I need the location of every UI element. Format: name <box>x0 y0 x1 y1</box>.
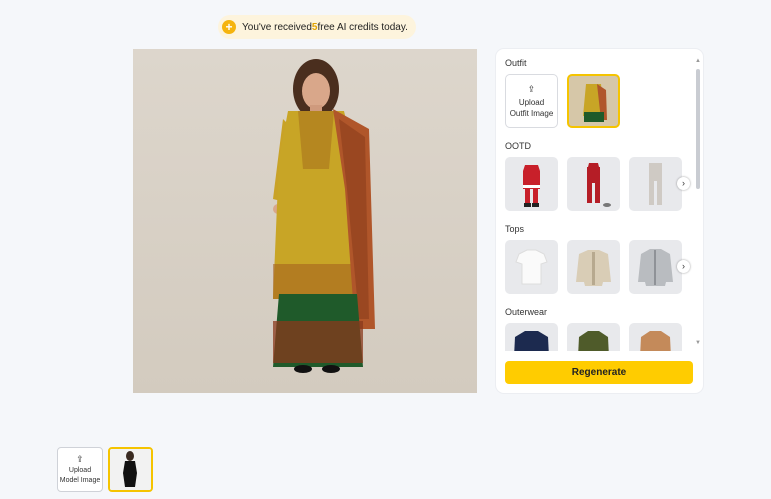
ootd-row: › <box>505 157 696 211</box>
tops-item[interactable] <box>629 240 682 294</box>
upload-icon: ⇪ <box>527 83 536 94</box>
ootd-item[interactable] <box>505 157 558 211</box>
upload-outfit-label-1: Upload <box>518 97 545 107</box>
white-tee-illustration <box>515 249 548 285</box>
model-illustration <box>273 59 375 373</box>
section-title-ootd: OOTD <box>505 141 531 151</box>
outfit-thumbnail-selected[interactable] <box>567 74 620 128</box>
section-title-tops: Tops <box>505 224 525 234</box>
notice-suffix: free AI credits today. <box>317 21 408 33</box>
upload-model-button[interactable]: ⇪ Upload Model Image <box>57 447 103 492</box>
camel-coat-illustration <box>640 331 671 351</box>
ootd-item[interactable] <box>629 157 682 211</box>
tops-item[interactable] <box>505 240 558 294</box>
beige-cardigan-illustration <box>576 250 611 286</box>
regenerate-button[interactable]: Regenerate <box>505 361 693 384</box>
model-thumbnail-selected[interactable] <box>108 447 153 492</box>
red-suit-illustration <box>587 163 611 207</box>
upload-outfit-button[interactable]: ⇪ Upload Outfit Image <box>505 74 558 128</box>
model-thumb-illustration <box>110 449 151 490</box>
notice-prefix: You've received <box>242 21 312 33</box>
outfit-list[interactable]: Outfit ⇪ Upload Outfit Image OOTD › Tops… <box>496 49 696 351</box>
ootd-next-arrow-icon[interactable]: › <box>677 177 690 190</box>
santa-outfit-illustration <box>523 165 540 207</box>
tops-item[interactable] <box>567 240 620 294</box>
result-canvas <box>133 49 477 393</box>
upload-outfit-label-2: Outfit Image <box>509 108 554 118</box>
outfit-thumb-illustration <box>569 76 618 126</box>
ootd-item[interactable] <box>567 157 620 211</box>
section-title-outerwear: Outerwear <box>505 307 548 317</box>
grey-shirt-illustration <box>638 249 673 286</box>
upload-icon: ⇪ <box>76 453 84 464</box>
scroll-up-icon[interactable]: ▲ <box>695 58 701 64</box>
grey-jumpsuit-illustration <box>649 163 662 205</box>
navy-jacket-illustration <box>514 331 549 351</box>
credits-notice: + You've received 5 free AI credits toda… <box>218 15 416 39</box>
olive-jacket-illustration <box>578 331 609 351</box>
upload-model-label-2: Model Image <box>59 476 101 484</box>
outfit-panel: Outfit ⇪ Upload Outfit Image OOTD › Tops… <box>496 49 703 393</box>
outfit-row: ⇪ Upload Outfit Image <box>505 74 696 128</box>
outerwear-row <box>505 323 696 351</box>
section-title-outfit: Outfit <box>505 58 527 68</box>
tops-row: › <box>505 240 696 294</box>
outerwear-item[interactable] <box>567 323 620 351</box>
outerwear-item[interactable] <box>629 323 682 351</box>
scroll-down-icon[interactable]: ▼ <box>695 340 701 346</box>
model-strip: ⇪ Upload Model Image <box>57 447 153 492</box>
plus-circle-icon: + <box>222 20 236 34</box>
panel-scrollbar[interactable] <box>696 69 700 189</box>
tops-next-arrow-icon[interactable]: › <box>677 260 690 273</box>
outerwear-item[interactable] <box>505 323 558 351</box>
upload-model-label-1: Upload <box>68 466 92 474</box>
